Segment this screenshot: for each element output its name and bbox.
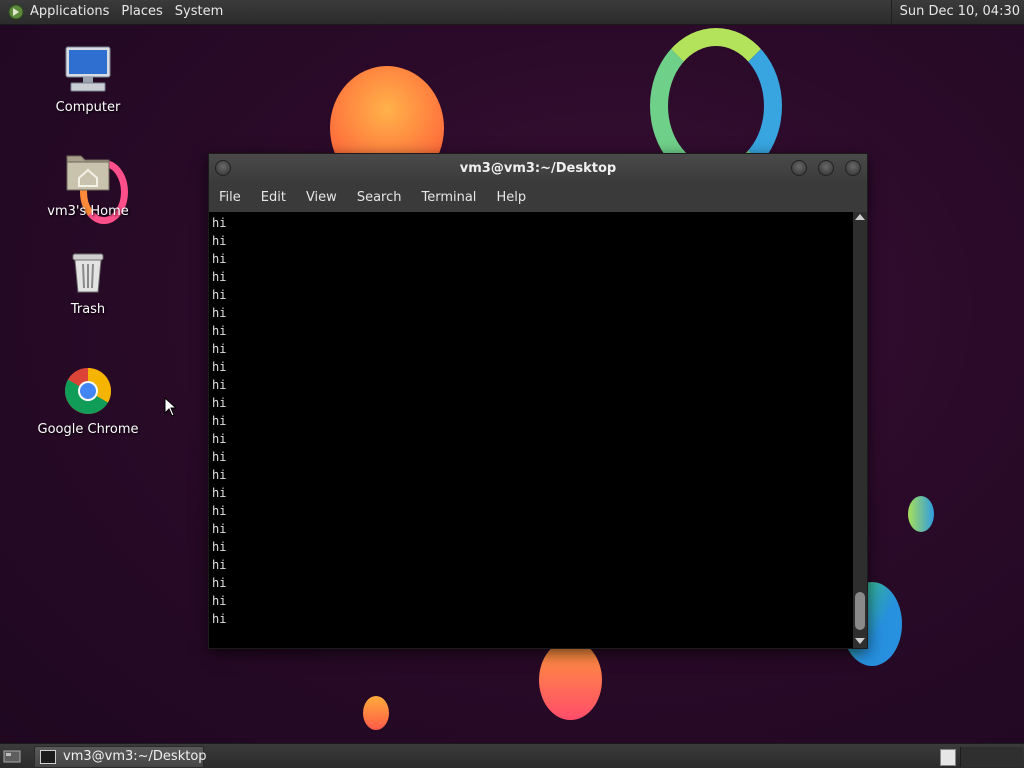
terminal-line: hi [212,486,227,500]
desktop-icon-computer[interactable]: Computer [33,44,143,115]
terminal-icon [40,750,56,764]
wallpaper-blue-blob-small [908,496,934,532]
terminal-line: hi [212,396,227,410]
clock[interactable]: Sun Dec 10, 04:30 [890,0,1020,24]
terminal-line: hi [212,270,227,284]
terminal-line: hi [212,342,227,356]
maximize-button[interactable] [818,160,834,176]
terminal-line: hi [212,576,227,590]
desktop-icon-label: vm3's Home [47,204,129,219]
desktop-icon-label: Trash [70,302,106,317]
applications-menu[interactable]: Applications [28,0,115,24]
terminal-line: hi [212,324,227,338]
workspace-switcher-2[interactable] [960,747,1023,767]
minimize-button[interactable] [791,160,807,176]
terminal-line: hi [212,306,227,320]
terminal-line: hi [212,468,227,482]
terminal-line: hi [212,612,227,626]
wallpaper-orange-blob-bottom [539,640,602,720]
menu-view[interactable]: View [296,184,347,212]
system-menu[interactable]: System [169,0,229,24]
terminal-scrollbar[interactable] [853,212,867,648]
terminal-line: hi [212,360,227,374]
desktop-icon-home[interactable]: vm3's Home [33,148,143,219]
desktop[interactable]: Applications Places System Sun Dec 10, 0… [0,0,1024,768]
terminal-output: hi hi hi hi hi hi hi hi hi hi hi hi hi hi hi hi hi hi hi hi… [209,212,853,630]
places-menu[interactable]: Places [115,0,168,24]
menu-terminal[interactable]: Terminal [411,184,486,212]
scroll-up-arrow-icon[interactable] [855,214,865,220]
desktop-icon-chrome[interactable]: Google Chrome [33,366,143,437]
terminal-line: hi [212,252,227,266]
terminal-line: hi [212,234,227,248]
terminal-line: hi [212,216,227,230]
desktop-icon-label: Google Chrome [37,422,139,437]
computer-icon [65,46,111,92]
desktop-icon-trash[interactable]: Trash [33,246,143,317]
scroll-down-arrow-icon[interactable] [855,638,865,644]
show-desktop-icon[interactable] [2,748,22,764]
terminal-line: hi [212,414,227,428]
menu-file[interactable]: File [209,184,251,212]
home-folder-icon [66,155,110,191]
terminal-line: hi [212,288,227,302]
terminal-line: hi [212,540,227,554]
terminal-line: hi [212,450,227,464]
taskbar-item-label: vm3@vm3:~/Desktop [63,749,207,764]
wallpaper-orange-blob-tiny [363,696,389,730]
menu-search[interactable]: Search [347,184,412,212]
close-button[interactable] [845,160,861,176]
terminal-window[interactable]: vm3@vm3:~/Desktop File Edit View Search … [208,153,868,649]
title-bar[interactable]: vm3@vm3:~/Desktop [209,154,867,184]
terminal-body[interactable]: hi hi hi hi hi hi hi hi hi hi hi hi hi hi hi hi hi hi hi hi… [209,212,853,648]
workspace-switcher-1[interactable] [940,749,956,766]
bottom-panel: vm3@vm3:~/Desktop [0,743,1024,768]
taskbar-item-terminal[interactable]: vm3@vm3:~/Desktop [34,746,207,768]
top-panel: Applications Places System Sun Dec 10, 0… [0,0,1024,25]
terminal-line: hi [212,594,227,608]
terminal-line: hi [212,378,227,392]
terminal-line: hi [212,522,227,536]
terminal-line: hi [212,558,227,572]
terminal-line: hi [212,432,227,446]
mouse-pointer-icon [164,397,176,417]
menu-edit[interactable]: Edit [251,184,296,212]
trash-icon [72,253,104,293]
mate-logo-icon[interactable] [8,4,24,20]
window-title: vm3@vm3:~/Desktop [459,161,617,176]
terminal-menu-bar: File Edit View Search Terminal Help [209,184,867,212]
menu-help[interactable]: Help [486,184,536,212]
chrome-icon [65,367,112,414]
scrollbar-thumb[interactable] [855,592,865,630]
desktop-icon-label: Computer [55,100,121,115]
terminal-line: hi [212,504,227,518]
